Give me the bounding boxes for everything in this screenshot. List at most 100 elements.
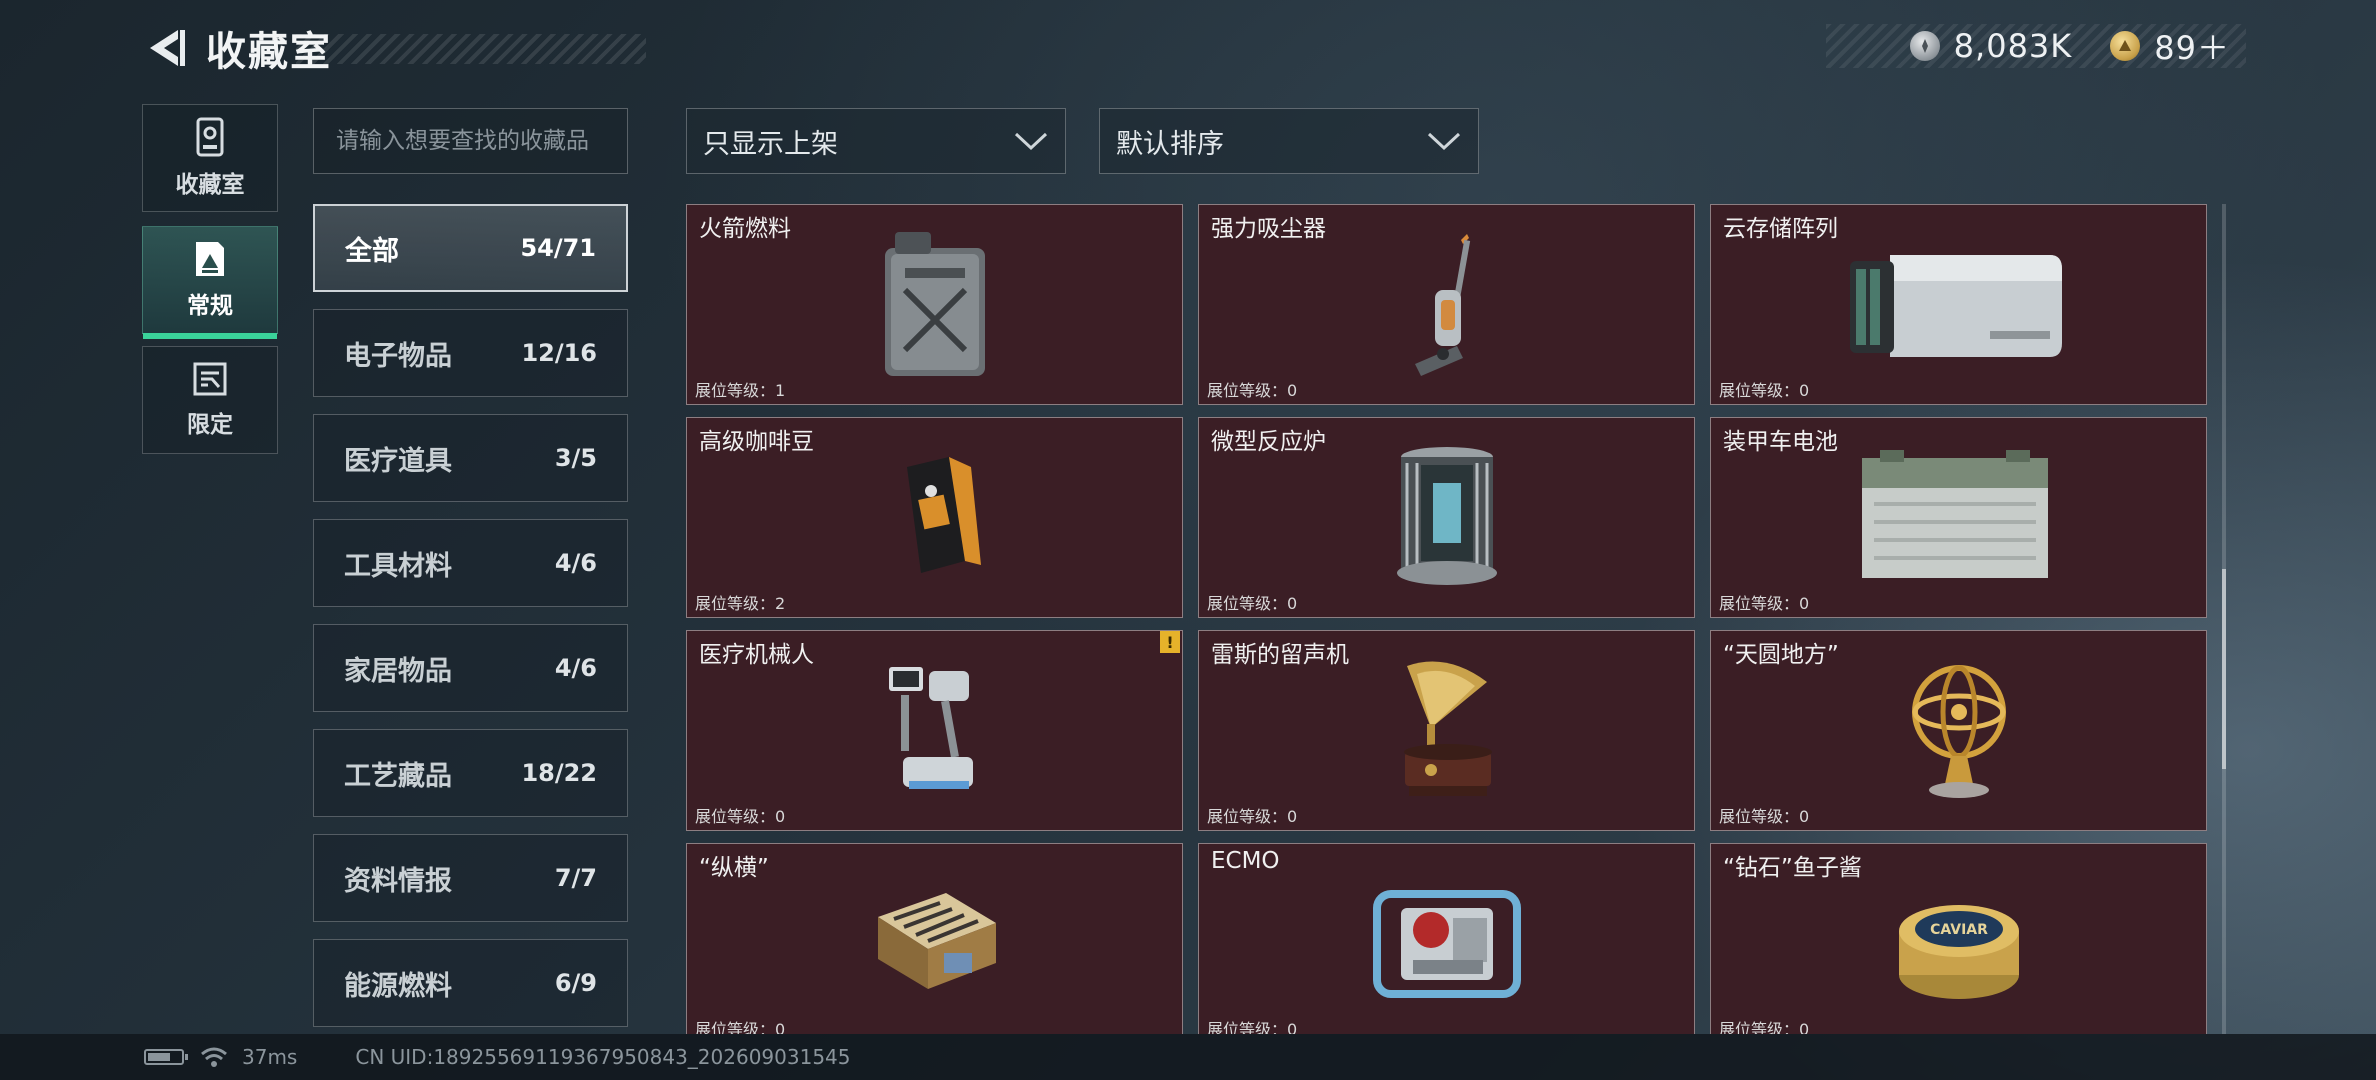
item-card[interactable]: 微型反应炉 展位等级：0 — [1198, 417, 1695, 618]
grid-scrollbar[interactable] — [2222, 204, 2226, 1034]
chevron-down-icon — [1014, 132, 1048, 151]
currency-bar: 8,083K 89＋ — [1826, 24, 2246, 68]
category-tools[interactable]: 工具材料 4/6 — [313, 519, 628, 607]
category-count: 3/5 — [554, 444, 597, 472]
medical-robot-icon — [835, 651, 1035, 811]
page-title: 收藏室 — [206, 29, 332, 75]
booth-level: 展位等级：0 — [1719, 381, 1810, 400]
title-decoration — [296, 34, 646, 64]
collection-room-icon — [196, 117, 224, 157]
booth-level: 展位等级：0 — [695, 807, 786, 826]
display-filter-dropdown[interactable]: 只显示上架 — [686, 108, 1066, 174]
silver-amount: 8,083K — [1953, 27, 2073, 65]
item-name: 云存储阵列 — [1723, 216, 1838, 242]
chess-box-icon — [835, 864, 1035, 1024]
category-intel[interactable]: 资料情报 7/7 — [313, 834, 628, 922]
ecmo-machine-icon — [1347, 864, 1547, 1024]
gold-amount[interactable]: 89＋ — [2154, 23, 2230, 69]
item-name: 火箭燃料 — [699, 216, 791, 242]
booth-level: 展位等级：0 — [1207, 594, 1298, 613]
booth-level: 展位等级：0 — [1207, 807, 1298, 826]
category-name: 工艺藏品 — [344, 760, 452, 792]
active-tab-indicator — [143, 333, 277, 339]
category-count: 4/6 — [554, 654, 597, 682]
wifi-icon — [201, 1047, 227, 1067]
item-card[interactable]: 装甲车电池 展位等级：0 — [1710, 417, 2207, 618]
back-button[interactable] — [140, 22, 192, 74]
item-card[interactable]: “天圆地方” 展位等级：0 — [1710, 630, 2207, 831]
sort-dropdown[interactable]: 默认排序 — [1099, 108, 1479, 174]
tab-limited[interactable]: 限定 — [142, 346, 278, 454]
item-name: 强力吸尘器 — [1211, 216, 1326, 242]
booth-level: 展位等级：0 — [1207, 1020, 1298, 1034]
status-bar: 37ms CN UID:18925569119367950843_2026090… — [0, 1034, 2376, 1080]
item-name: 高级咖啡豆 — [699, 429, 814, 455]
search-box[interactable] — [313, 108, 628, 174]
item-card[interactable]: “钻石”鱼子酱 CAVIAR 展位等级：0 — [1710, 843, 2207, 1034]
category-medical[interactable]: 医疗道具 3/5 — [313, 414, 628, 502]
item-card[interactable]: 高级咖啡豆 展位等级：2 — [686, 417, 1183, 618]
booth-level: 展位等级：0 — [1719, 807, 1810, 826]
category-household[interactable]: 家居物品 4/6 — [313, 624, 628, 712]
item-card[interactable]: 火箭燃料 展位等级：1 — [686, 204, 1183, 405]
category-crafts[interactable]: 工艺藏品 18/22 — [313, 729, 628, 817]
back-arrow-icon — [150, 30, 185, 66]
category-name: 能源燃料 — [344, 970, 452, 1002]
category-name: 全部 — [345, 235, 399, 267]
armillary-sphere-icon — [1859, 651, 2059, 811]
category-all[interactable]: 全部 54/71 — [313, 204, 628, 292]
category-count: 7/7 — [554, 864, 597, 892]
tab-label: 收藏室 — [175, 172, 245, 198]
warning-badge: ! — [1160, 631, 1180, 653]
item-card[interactable]: 医疗机械人 ! 展位等级：0 — [686, 630, 1183, 831]
item-name: “纵横” — [699, 855, 769, 881]
category-count: 6/9 — [554, 969, 597, 997]
item-name: “钻石”鱼子酱 — [1723, 855, 1862, 881]
item-card[interactable]: 雷斯的留声机 展位等级：0 — [1198, 630, 1695, 831]
category-count: 4/6 — [554, 549, 597, 577]
item-card[interactable]: ECMO 展位等级：0 — [1198, 843, 1695, 1034]
item-card[interactable]: 强力吸尘器 展位等级：0 — [1198, 204, 1695, 405]
tab-label: 常规 — [187, 293, 233, 319]
category-electronics[interactable]: 电子物品 12/16 — [313, 309, 628, 397]
gold-coin-icon — [2110, 31, 2141, 61]
category-name: 工具材料 — [344, 550, 452, 582]
chevron-down-icon — [1427, 132, 1461, 151]
vacuum-cleaner-icon — [1347, 225, 1547, 385]
booth-level: 展位等级：0 — [1719, 594, 1810, 613]
category-count: 12/16 — [521, 339, 597, 367]
category-count: 18/22 — [521, 759, 597, 787]
caviar-label: CAVIAR — [1930, 922, 1988, 938]
item-name: 微型反应炉 — [1211, 429, 1326, 455]
booth-level: 展位等级：2 — [695, 594, 786, 613]
silver-coin-icon — [1909, 31, 1940, 61]
uid-text: CN UID:18925569119367950843_202609031545 — [355, 1045, 851, 1069]
category-count: 54/71 — [520, 234, 596, 262]
battery-icon — [1835, 438, 2075, 598]
scrollbar-thumb[interactable] — [2222, 569, 2226, 769]
gramophone-icon — [1347, 651, 1547, 811]
category-energy[interactable]: 能源燃料 6/9 — [313, 939, 628, 1027]
storage-array-icon — [1835, 225, 2075, 385]
item-card[interactable]: 云存储阵列 展位等级：0 — [1710, 204, 2207, 405]
search-input[interactable] — [336, 128, 627, 154]
item-name: 装甲车电池 — [1723, 429, 1838, 455]
limited-icon — [193, 362, 227, 396]
booth-level: 展位等级：0 — [1719, 1020, 1810, 1034]
item-name: ECMO — [1211, 848, 1280, 874]
collection-grid: 火箭燃料 展位等级：1 强力吸尘器 展位等级：0 云存储阵列 展位等级：0 高级… — [686, 204, 2208, 1034]
item-name: “天圆地方” — [1723, 642, 1839, 668]
header: 收藏室 — [140, 22, 646, 75]
battery-icon — [144, 1049, 188, 1065]
booth-level: 展位等级：0 — [1207, 381, 1298, 400]
fuel-canister-icon — [835, 225, 1035, 385]
item-name: 雷斯的留声机 — [1211, 642, 1349, 668]
item-card[interactable]: “纵横” 展位等级：0 — [686, 843, 1183, 1034]
caviar-tin-icon: CAVIAR — [1859, 864, 2059, 1024]
category-name: 医疗道具 — [344, 445, 452, 477]
category-name: 资料情报 — [344, 865, 452, 897]
tab-regular[interactable]: 常规 — [142, 226, 278, 339]
booth-level: 展位等级：0 — [695, 1020, 786, 1034]
category-name: 家居物品 — [344, 655, 452, 687]
tab-collection-room[interactable]: 收藏室 — [142, 104, 278, 212]
